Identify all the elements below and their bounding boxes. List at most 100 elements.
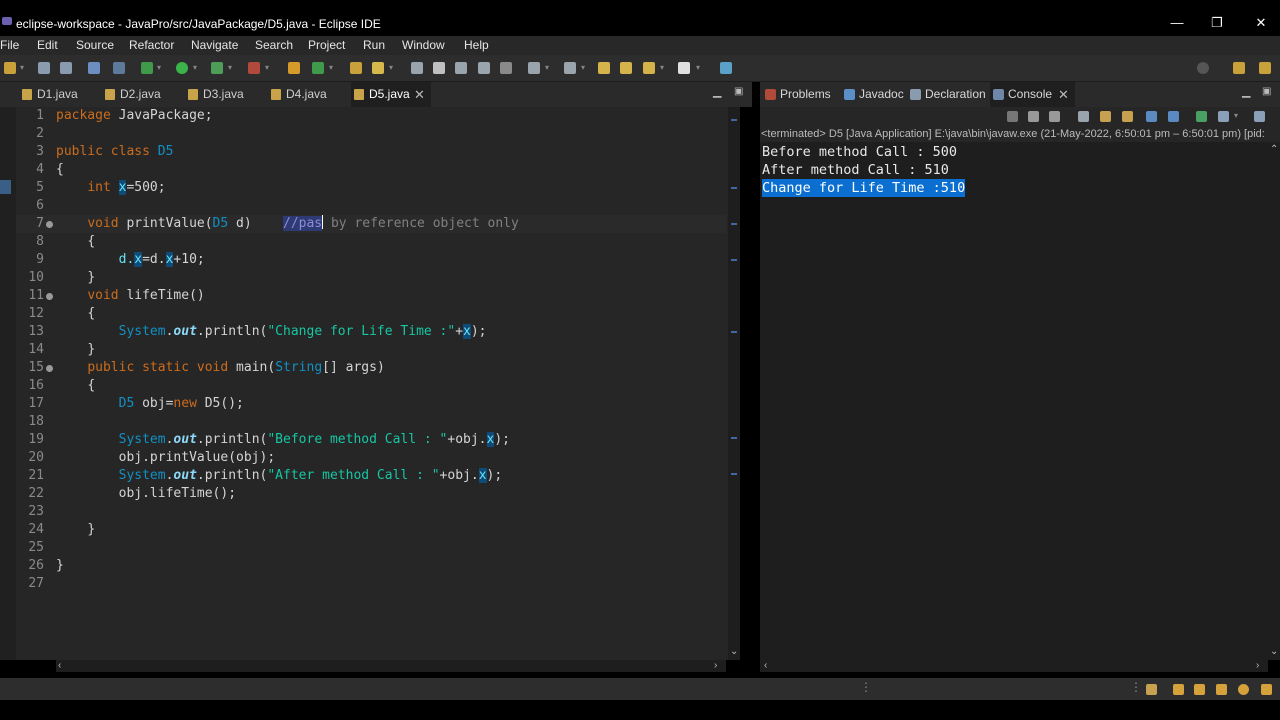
close-window-button[interactable]: ✕ [1251,15,1271,31]
navigate-back-dropdown-icon[interactable]: ▾ [660,63,664,72]
next-annotation-icon[interactable] [528,62,540,74]
scroll-right-icon[interactable]: › [714,660,717,672]
tab-console[interactable]: Console ✕ [990,82,1075,107]
status-tool-icon[interactable] [1146,684,1157,695]
menu-search[interactable]: Search [255,38,293,52]
tab-d5-java[interactable]: D5.java ✕ [351,82,431,107]
search-tool-icon[interactable] [372,62,384,74]
menu-help[interactable]: Help [464,38,489,52]
console-vertical-scrollbar[interactable]: ⌃ ⌄ [1268,142,1280,660]
scroll-down-icon[interactable]: ⌄ [1270,646,1278,658]
display-console-dropdown-icon[interactable]: ▾ [1234,111,1238,120]
back-icon[interactable] [598,62,610,74]
external-tools-icon[interactable] [248,62,260,74]
run-dropdown-icon[interactable]: ▾ [193,63,197,72]
new-java-project-icon[interactable] [288,62,300,74]
clear-console-icon[interactable] [1078,111,1089,122]
forward-icon[interactable] [620,62,632,74]
coverage-dropdown-icon[interactable]: ▾ [228,63,232,72]
console-output[interactable]: Before method Call : 500 After method Ca… [760,142,1268,660]
show-whitespace-icon[interactable] [500,62,512,74]
show-on-stdout-icon[interactable] [1146,111,1157,122]
save-all-icon[interactable] [60,62,72,74]
open-perspective-icon[interactable] [1233,62,1245,74]
new-class-icon[interactable] [312,62,324,74]
new-class-dropdown-icon[interactable]: ▾ [329,63,333,72]
fold-marker-icon[interactable] [46,221,53,228]
scroll-left-icon[interactable]: ‹ [764,660,767,672]
scroll-left-icon[interactable]: ‹ [58,660,61,672]
console-horizontal-scrollbar[interactable]: ‹ › [760,660,1268,672]
navigate-forward-dropdown-icon[interactable]: ▾ [696,63,700,72]
external-tools-dropdown-icon[interactable]: ▾ [265,63,269,72]
last-edit-icon[interactable] [564,62,576,74]
minimize-view-icon[interactable]: ▁ [1242,85,1250,98]
editor-horizontal-scrollbar[interactable]: ‹ › [56,660,726,672]
status-tool-icon[interactable] [1261,684,1272,695]
fold-marker-icon[interactable] [46,365,53,372]
pin-editor-icon[interactable] [720,62,732,74]
coverage-icon[interactable] [211,62,223,74]
menu-window[interactable]: Window [402,38,445,52]
annotation-icon[interactable] [411,62,423,74]
navigate-forward-icon[interactable] [678,62,690,74]
maximize-button[interactable]: ❐ [1207,15,1227,31]
scroll-right-icon[interactable]: › [1256,660,1259,672]
show-on-stderr-icon[interactable] [1168,111,1179,122]
toggle-block-selection-icon[interactable] [455,62,467,74]
menu-project[interactable]: Project [308,38,345,52]
menu-run[interactable]: Run [363,38,385,52]
status-tool-icon[interactable] [1173,684,1184,695]
remove-launch-icon[interactable] [1028,111,1039,122]
new-dropdown-icon[interactable]: ▾ [20,63,24,72]
tab-javadoc[interactable]: Javadoc [841,82,904,107]
annotation-dropdown-icon[interactable]: ▾ [545,63,549,72]
java-perspective-icon[interactable] [1259,62,1271,74]
fold-marker-icon[interactable] [46,293,53,300]
display-console-icon[interactable] [1218,111,1229,122]
tab-d3-java[interactable]: D3.java [185,82,244,107]
code-editor[interactable]: 1 package JavaPackage; 2 3 public class … [16,107,728,660]
navigate-back-icon[interactable] [643,62,655,74]
toggle-mark-occurrences-icon[interactable] [433,62,445,74]
debug-icon[interactable] [141,62,153,74]
menu-file[interactable]: File [0,38,19,52]
minimize-editor-icon[interactable]: ▁ [713,85,721,98]
toggle-word-wrap-icon[interactable] [478,62,490,74]
pin-console-icon[interactable] [1196,111,1207,122]
status-tool-icon[interactable] [1194,684,1205,695]
skip-breakpoints-icon[interactable] [113,62,125,74]
remove-all-terminated-icon[interactable] [1049,111,1060,122]
menu-refactor[interactable]: Refactor [129,38,174,52]
minimize-button[interactable]: — [1167,15,1187,30]
search-icon[interactable] [1197,62,1209,74]
tab-d1-java[interactable]: D1.java [19,82,78,107]
scroll-lock-icon[interactable] [1100,111,1111,122]
editor-vertical-scrollbar[interactable]: ⌄ [728,107,740,660]
new-icon[interactable] [4,62,16,74]
tab-declaration[interactable]: Declaration [907,82,986,107]
maximize-editor-icon[interactable]: ▣ [734,86,743,97]
word-wrap-icon[interactable] [1122,111,1133,122]
tab-problems[interactable]: Problems [762,82,831,107]
menu-edit[interactable]: Edit [37,38,58,52]
terminate-icon[interactable] [1007,111,1018,122]
search-dropdown-icon[interactable]: ▾ [389,63,393,72]
debug-dropdown-icon[interactable]: ▾ [157,63,161,72]
status-tool-icon[interactable] [1238,684,1249,695]
menu-navigate[interactable]: Navigate [191,38,238,52]
tab-d4-java[interactable]: D4.java [268,82,327,107]
last-edit-dropdown-icon[interactable]: ▾ [581,63,585,72]
open-type-icon[interactable] [350,62,362,74]
open-console-icon[interactable] [1254,111,1265,122]
status-tool-icon[interactable] [1216,684,1227,695]
maximize-view-icon[interactable]: ▣ [1262,86,1271,97]
scroll-down-icon[interactable]: ⌄ [730,646,738,658]
terminal-icon[interactable] [88,62,100,74]
tab-d2-java[interactable]: D2.java [102,82,161,107]
save-icon[interactable] [38,62,50,74]
menu-source[interactable]: Source [76,38,114,52]
close-tab-icon[interactable]: ✕ [414,82,425,107]
scroll-up-icon[interactable]: ⌃ [1270,144,1278,156]
close-console-icon[interactable]: ✕ [1058,82,1069,107]
